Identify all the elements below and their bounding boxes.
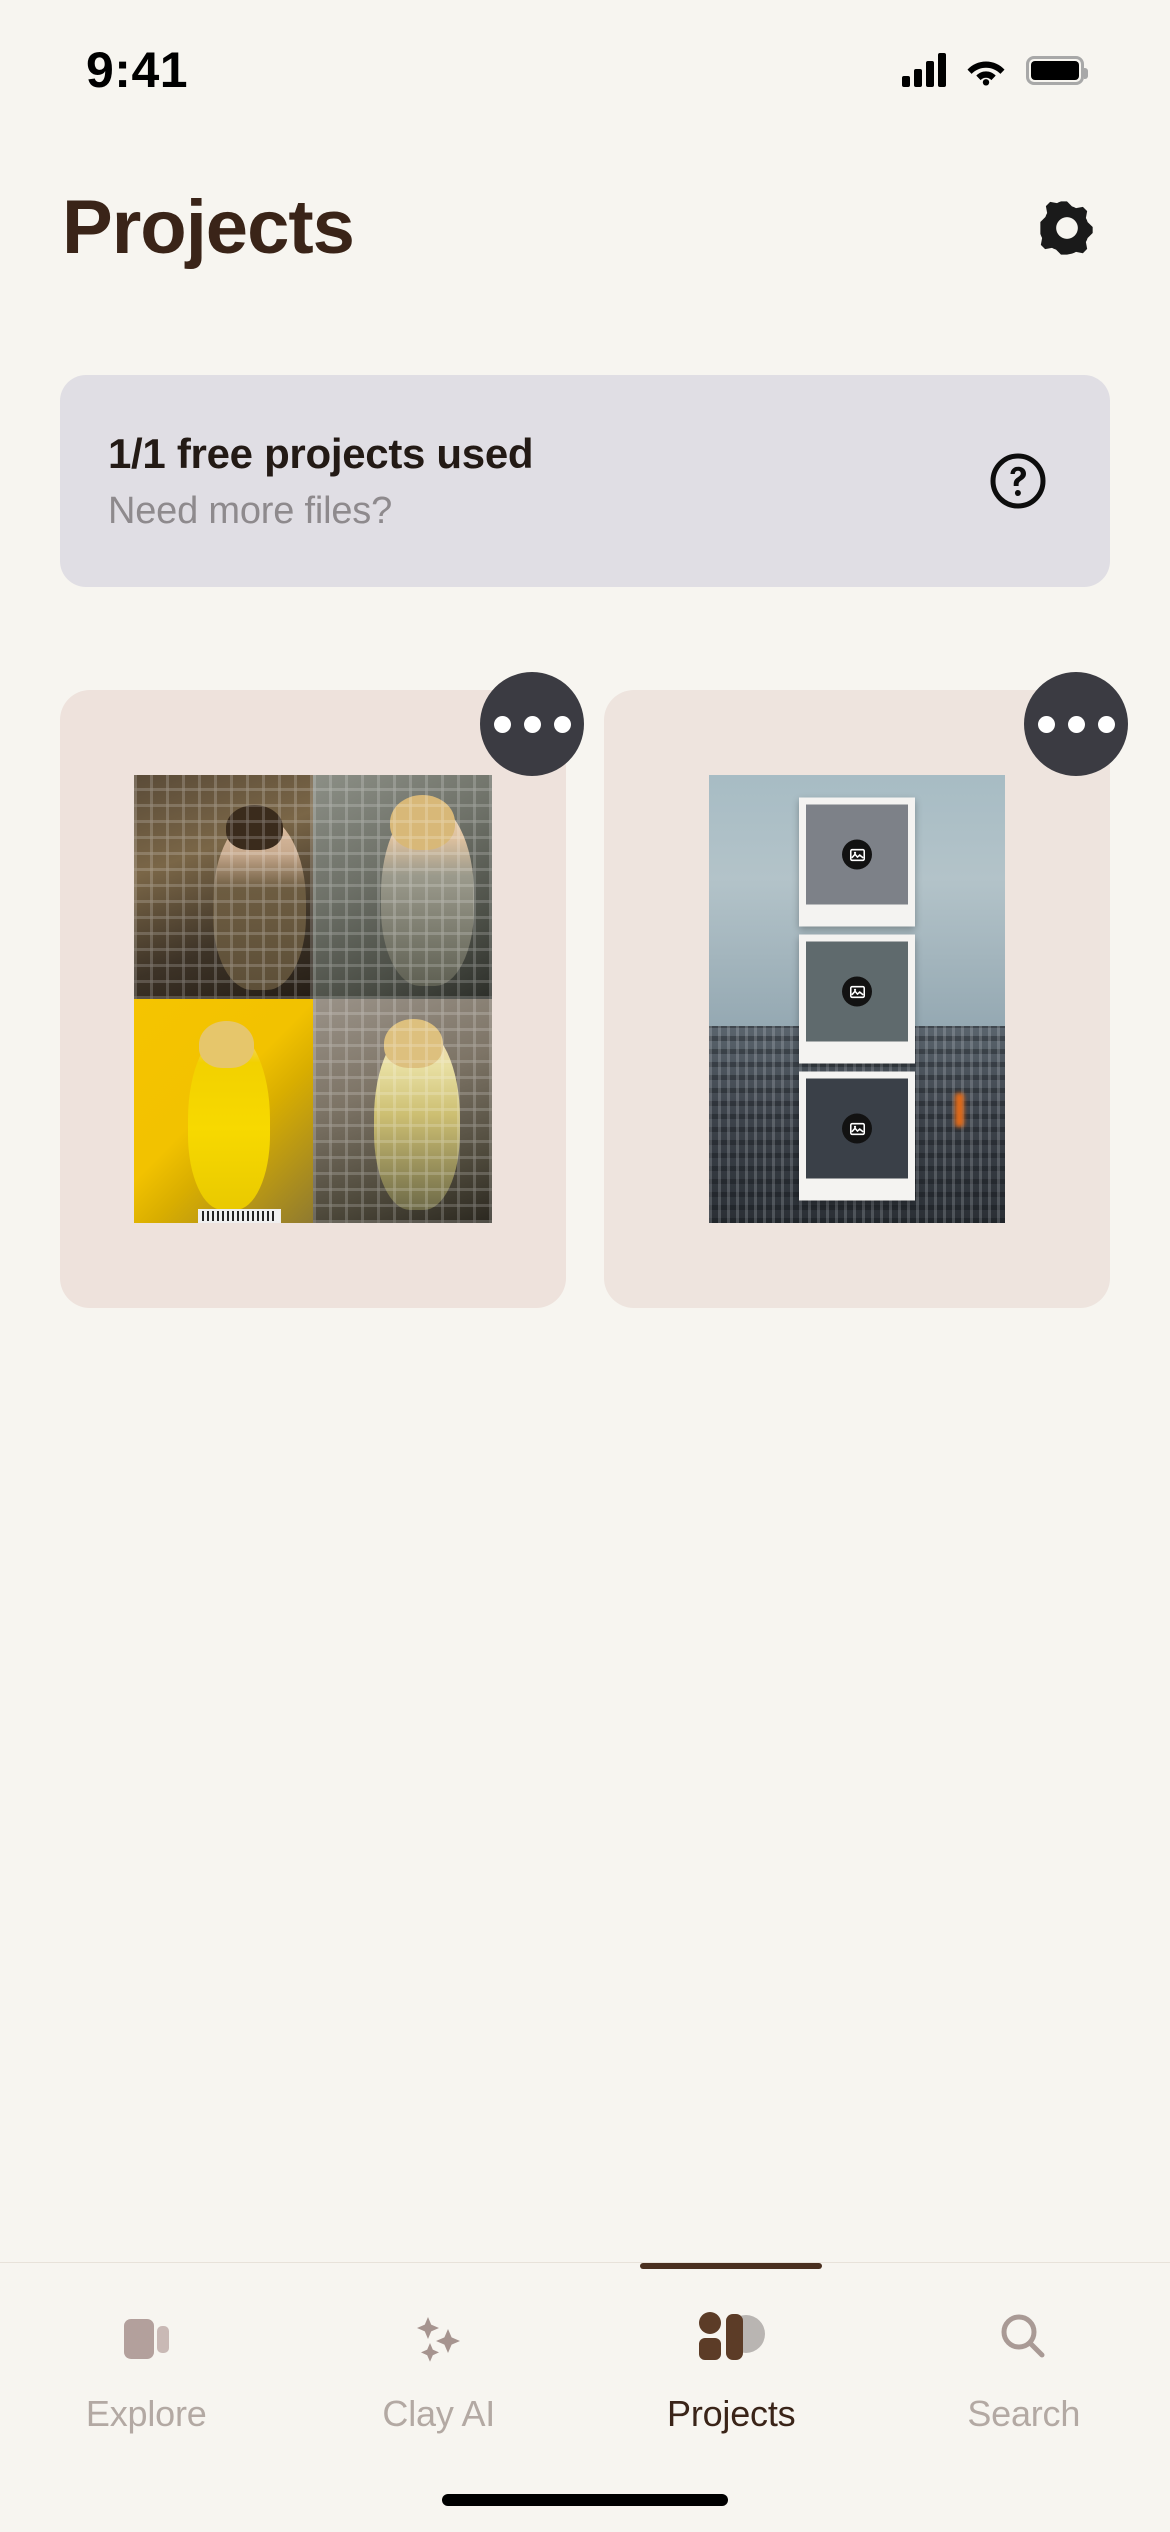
active-tab-indicator — [640, 2263, 823, 2269]
more-options-icon — [1097, 715, 1115, 733]
banner-title: 1/1 free projects used — [108, 429, 534, 477]
polaroid-frame — [799, 1071, 915, 1201]
project-thumbnail — [709, 775, 1005, 1223]
tab-label: Clay AI — [382, 2393, 496, 2434]
shapes-icon — [693, 2305, 769, 2371]
free-quota-banner[interactable]: 1/1 free projects used Need more files? — [60, 375, 1110, 587]
more-options-icon — [1037, 715, 1055, 733]
question-mark-circle-icon — [990, 453, 1046, 509]
gear-icon — [1040, 201, 1093, 255]
project-thumbnail — [134, 775, 492, 1223]
status-bar: 9:41 — [0, 0, 1170, 140]
collage-tile — [313, 999, 492, 1223]
tab-label: Explore — [85, 2393, 207, 2434]
more-options-icon — [1067, 715, 1085, 733]
collage-tile — [134, 775, 313, 999]
banner-subtitle: Need more files? — [108, 489, 393, 532]
tab-clay-ai[interactable]: Clay AI — [293, 2263, 586, 2463]
broken-image-icon — [842, 976, 872, 1007]
home-indicator — [442, 2494, 728, 2506]
sparkles-icon — [408, 2305, 470, 2371]
status-icons — [902, 53, 1088, 87]
search-icon — [994, 2305, 1054, 2371]
collage-tile — [134, 999, 313, 1223]
app-screen: 9:41 Projects 1/1 free projects used Nee… — [0, 0, 1170, 2532]
more-options-icon — [523, 715, 541, 733]
project-card[interactable] — [604, 672, 1128, 1308]
page-title: Projects — [62, 185, 355, 270]
page-header: Projects — [0, 185, 1170, 271]
collage-tile — [313, 775, 492, 999]
cellular-signal-icon — [902, 53, 946, 87]
projects-grid — [60, 672, 1128, 1308]
polaroid-stack — [799, 797, 915, 1201]
help-button[interactable] — [982, 445, 1054, 517]
broken-image-icon — [842, 1113, 872, 1144]
bottom-tab-bar: Explore Clay AI Projects Search — [0, 2262, 1170, 2532]
settings-button[interactable] — [1024, 185, 1110, 271]
polaroid-frame — [799, 797, 915, 927]
wifi-icon — [967, 61, 1005, 86]
tab-explore[interactable]: Explore — [0, 2263, 293, 2463]
project-options-button[interactable] — [1024, 672, 1128, 776]
project-card[interactable] — [60, 672, 584, 1308]
polaroid-frame — [799, 934, 915, 1064]
tab-label: Projects — [667, 2393, 796, 2434]
more-options-icon — [493, 715, 511, 733]
broken-image-icon — [842, 839, 872, 870]
project-options-button[interactable] — [480, 672, 584, 776]
battery-icon — [1026, 55, 1088, 85]
cards-icon — [116, 2305, 176, 2371]
tab-label: Search — [967, 2393, 1081, 2434]
banner-text: 1/1 free projects used Need more files? — [108, 429, 534, 533]
status-time: 9:41 — [86, 42, 189, 98]
tab-search[interactable]: Search — [878, 2263, 1170, 2463]
more-options-icon — [553, 715, 571, 733]
tab-projects[interactable]: Projects — [585, 2263, 878, 2463]
